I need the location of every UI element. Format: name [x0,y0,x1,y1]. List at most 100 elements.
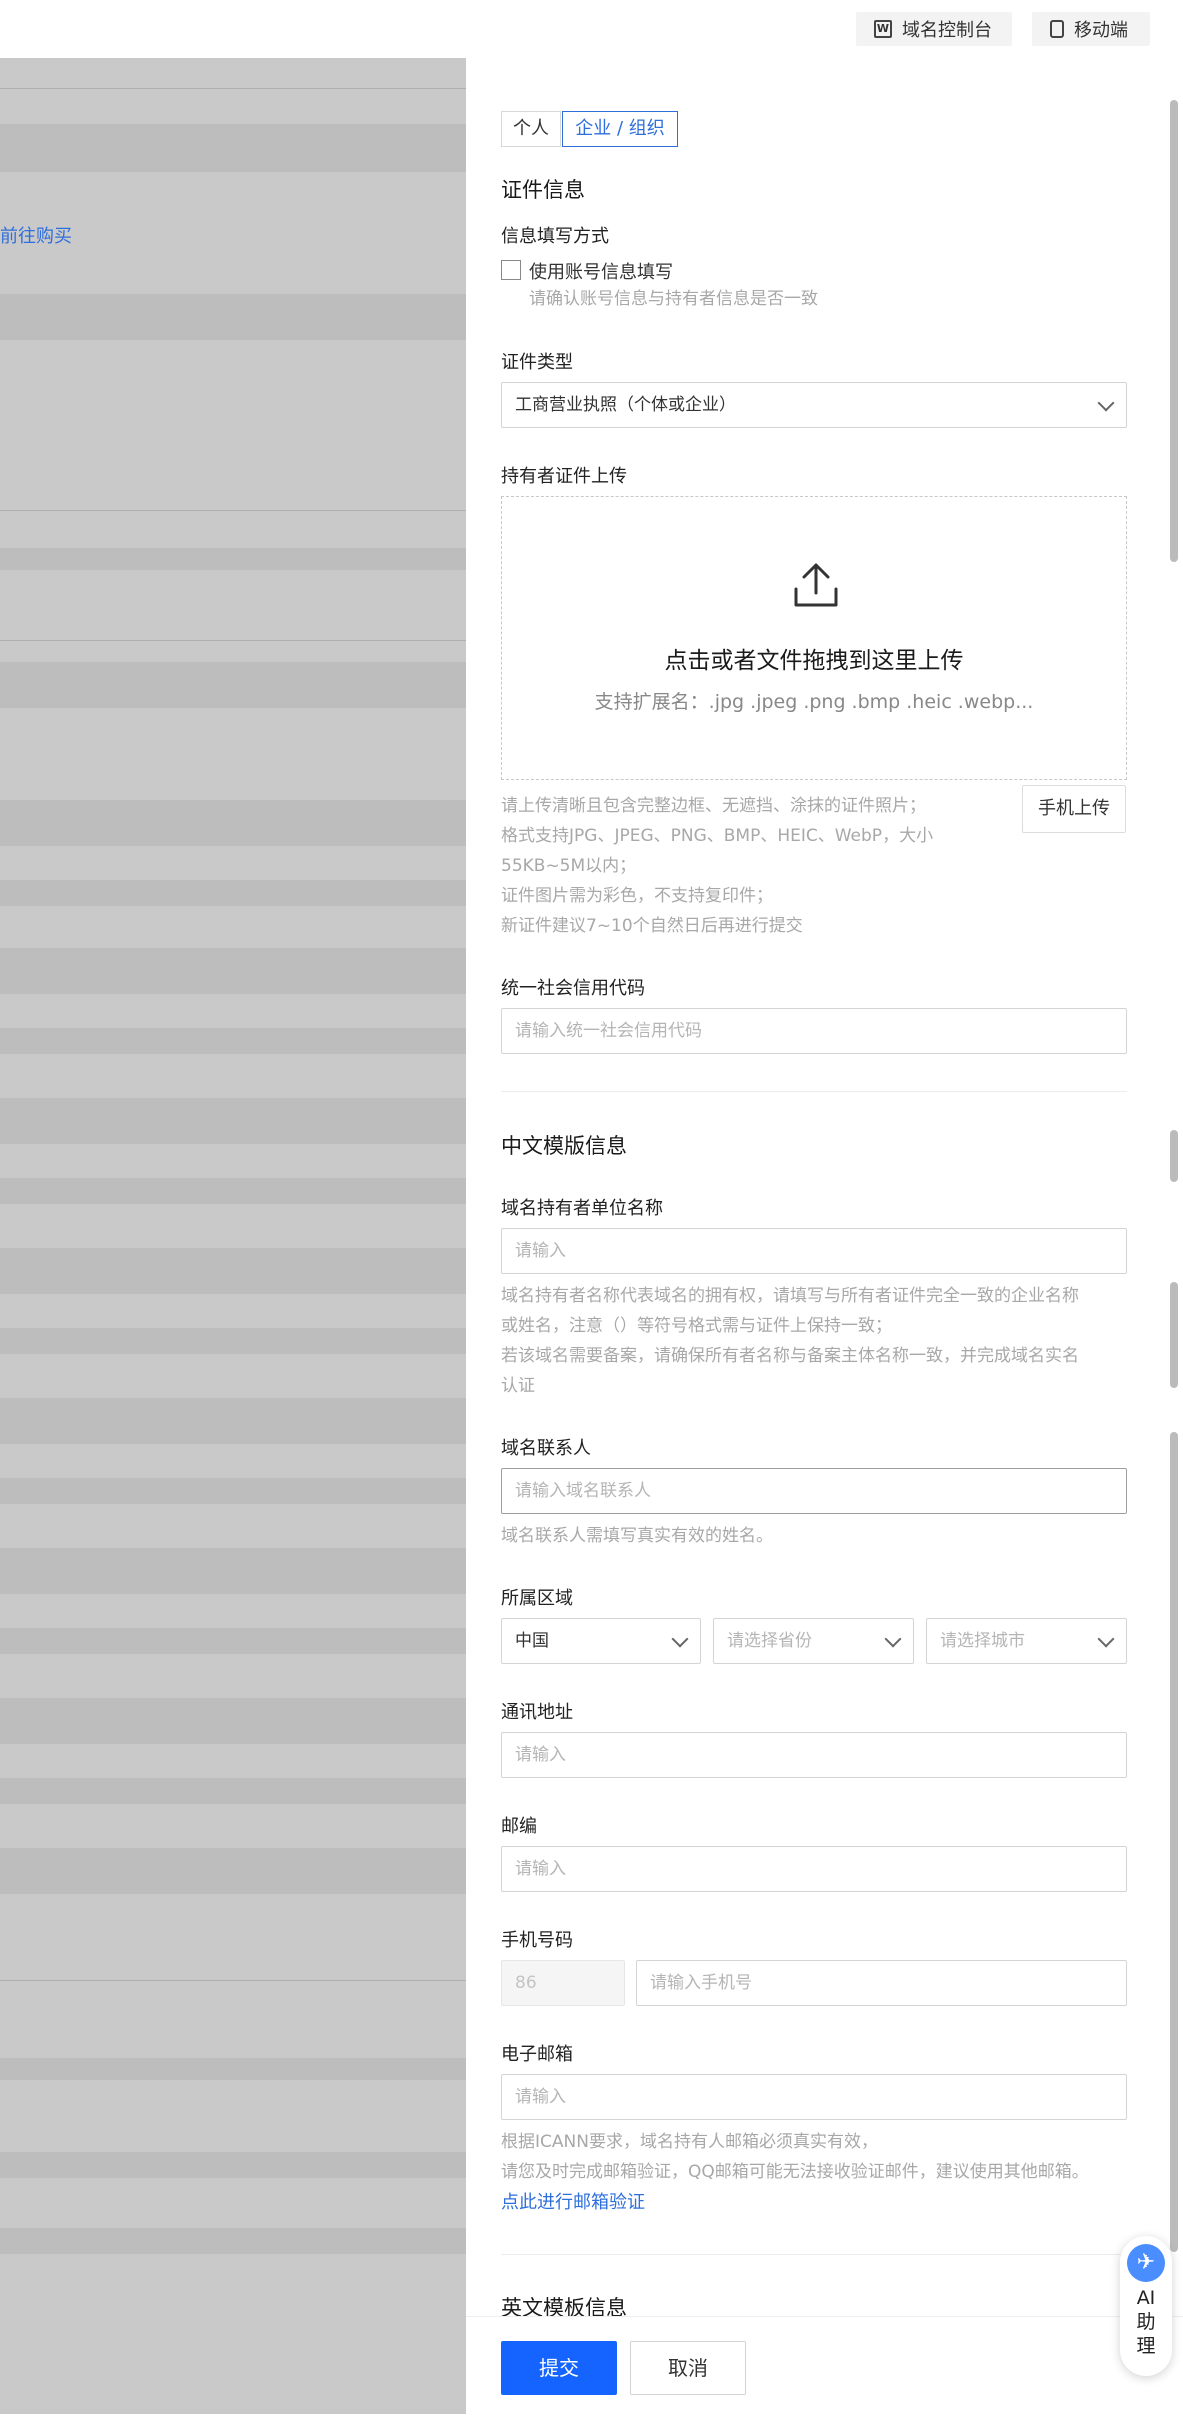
cancel-button[interactable]: 取消 [630,2341,746,2395]
upload-extensions: 支持扩展名：.jpg .jpeg .png .bmp .heic .webp..… [594,691,1034,713]
overlay-row [0,294,466,340]
section-divider [501,2254,1127,2255]
region-label: 所属区域 [501,1588,573,1609]
phone-input[interactable]: 请输入手机号 [636,1960,1127,2006]
use-account-hint: 请确认账号信息与持有者信息是否一致 [529,289,818,309]
upload-title: 点击或者文件拖拽到这里上传 [664,648,964,674]
overlay-row [0,662,466,708]
city-select[interactable]: 请选择城市 [926,1618,1127,1664]
address-input[interactable]: 请输入 [501,1732,1127,1778]
cert-upload-dropzone[interactable]: 点击或者文件拖拽到这里上传 支持扩展名：.jpg .jpeg .png .bmp… [501,496,1127,780]
scrollbar-thumb[interactable] [1170,1282,1178,1388]
chevron-down-icon [1097,1630,1115,1648]
upload-hint: 请上传清晰且包含完整边框、无遮挡、涂抹的证件照片； [501,796,926,816]
holder-hint: 若该域名需要备案，请确保所有者名称与备案主体名称一致，并完成域名实名 [501,1346,1079,1366]
city-placeholder: 请选择城市 [940,1631,1025,1651]
contact-label: 域名联系人 [501,1438,591,1459]
zip-label: 邮编 [501,1816,537,1837]
mobile-upload-button[interactable]: 手机上传 [1022,785,1126,833]
overlay-row [0,1098,466,1144]
cert-section-title: 证件信息 [501,178,585,202]
overlay-row [0,800,466,846]
page-overlay[interactable]: 前往购买 [0,58,466,2414]
overlay-row [0,124,466,172]
overlay-row [0,2058,466,2080]
ai-assistant-label: AI助理 [1136,2287,1156,2357]
scrollbar-thumb[interactable] [1170,1130,1178,1182]
phone-label: 手机号码 [501,1930,573,1951]
use-account-checkbox[interactable] [501,260,521,280]
top-bar: W 域名控制台 移动端 [0,0,1183,59]
tab-personal[interactable]: 个人 [501,111,561,147]
goto-buy-link: 前往购买 [0,226,72,247]
tab-enterprise[interactable]: 企业 / 组织 [562,111,678,147]
upload-label: 持有者证件上传 [501,466,627,487]
upload-hint: 证件图片需为彩色，不支持复印件； [501,886,773,906]
contact-hint: 域名联系人需填写真实有效的姓名。 [501,1526,773,1546]
cert-type-label: 证件类型 [501,352,573,373]
fill-method-label: 信息填写方式 [501,226,609,247]
section-divider [501,1091,1127,1092]
holder-hint: 认证 [501,1376,535,1396]
email-input[interactable]: 请输入 [501,2074,1127,2120]
chevron-down-icon [1097,394,1115,412]
ai-assistant-icon: ✈ [1127,2244,1165,2282]
overlay-row [0,1548,466,1594]
overlay-row [0,2152,466,2178]
credit-code-input[interactable]: 请输入统一社会信用代码 [501,1008,1127,1054]
mobile-button[interactable]: 移动端 [1032,12,1150,46]
overlay-row [0,1398,466,1444]
upload-hint: 格式支持JPG、JPEG、PNG、BMP、HEIC、WebP，大小 [501,826,934,846]
use-account-label[interactable]: 使用账号信息填写 [529,258,673,284]
email-verify-link[interactable]: 点此进行邮箱验证 [501,2188,645,2214]
province-placeholder: 请选择省份 [727,1631,812,1651]
chevron-down-icon [671,1630,689,1648]
upload-hint: 55KB~5M以内； [501,856,637,876]
console-icon: W [874,20,892,38]
overlay-row [0,1778,466,1804]
overlay-row [0,1478,466,1504]
ai-assistant-button[interactable]: ✈ AI助理 [1120,2236,1172,2376]
mobile-icon [1050,20,1064,38]
overlay-row [0,1698,466,1744]
overlay-row [0,948,466,994]
country-value: 中国 [515,1631,549,1651]
cn-section-title: 中文模版信息 [501,1134,627,1158]
submit-button[interactable]: 提交 [501,2341,617,2395]
mobile-label: 移动端 [1074,20,1128,41]
chevron-down-icon [884,1630,902,1648]
cert-type-select[interactable]: 工商营业执照（个体或企业） [501,382,1127,428]
overlay-row [0,1848,466,1894]
holder-input[interactable]: 请输入 [501,1228,1127,1274]
overlay-row [0,1028,466,1054]
upload-icon [794,563,838,607]
address-label: 通讯地址 [501,1702,573,1723]
overlay-row [0,88,466,89]
scrollbar-thumb[interactable] [1170,1432,1178,2252]
province-select[interactable]: 请选择省份 [713,1618,914,1664]
overlay-row [0,1628,466,1654]
overlay-row [0,880,466,906]
overlay-row [0,510,466,511]
email-hint: 请您及时完成邮箱验证，QQ邮箱可能无法接收验证邮件，建议使用其他邮箱。 [501,2162,1089,2182]
email-label: 电子邮箱 [501,2044,573,2065]
country-select[interactable]: 中国 [501,1618,701,1664]
overlay-row [0,2228,466,2254]
overlay-row [0,1248,466,1294]
overlay-row [0,1328,466,1354]
scrollbar-thumb[interactable] [1170,100,1178,562]
overlay-row [0,1178,466,1204]
domain-console-label: 域名控制台 [902,20,992,41]
credit-code-label: 统一社会信用代码 [501,978,645,999]
domain-console-button[interactable]: W 域名控制台 [856,12,1012,46]
email-hint: 根据ICANN要求，域名持有人邮箱必须真实有效， [501,2132,878,2152]
holder-hint: 或姓名，注意（）等符号格式需与证件上保持一致； [501,1316,892,1336]
contact-input[interactable]: 请输入域名联系人 [501,1468,1127,1514]
cert-type-value: 工商营业执照（个体或企业） [515,395,736,415]
holder-hint: 域名持有者名称代表域名的拥有权，请填写与所有者证件完全一致的企业名称 [501,1286,1079,1306]
holder-label: 域名持有者单位名称 [501,1198,663,1219]
upload-hint: 新证件建议7~10个自然日后再进行提交 [501,916,803,936]
zip-input[interactable]: 请输入 [501,1846,1127,1892]
overlay-row [0,640,466,641]
phone-code-field: 86 [501,1960,625,2006]
